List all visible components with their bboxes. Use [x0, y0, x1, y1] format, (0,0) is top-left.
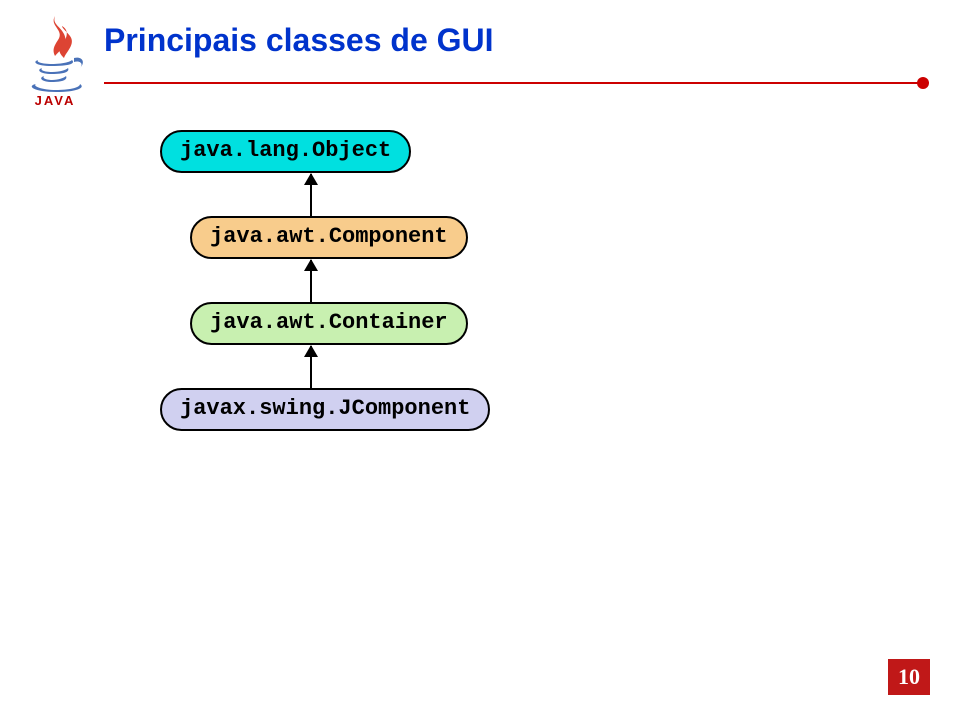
arrow-jcomponent-to-container [310, 346, 312, 388]
node-container: java.awt.Container [190, 302, 468, 345]
svg-text:JAVA: JAVA [35, 93, 76, 107]
arrow-component-to-object [310, 174, 312, 216]
page-number: 10 [888, 659, 930, 695]
arrow-container-to-component [310, 260, 312, 302]
node-object: java.lang.Object [160, 130, 411, 173]
title-rule-dot [917, 77, 929, 89]
node-jcomponent: javax.swing.JComponent [160, 388, 490, 431]
slide-title: Principais classes de GUI [104, 22, 494, 59]
java-logo: JAVA [22, 12, 88, 107]
node-component: java.awt.Component [190, 216, 468, 259]
title-rule [104, 82, 924, 84]
